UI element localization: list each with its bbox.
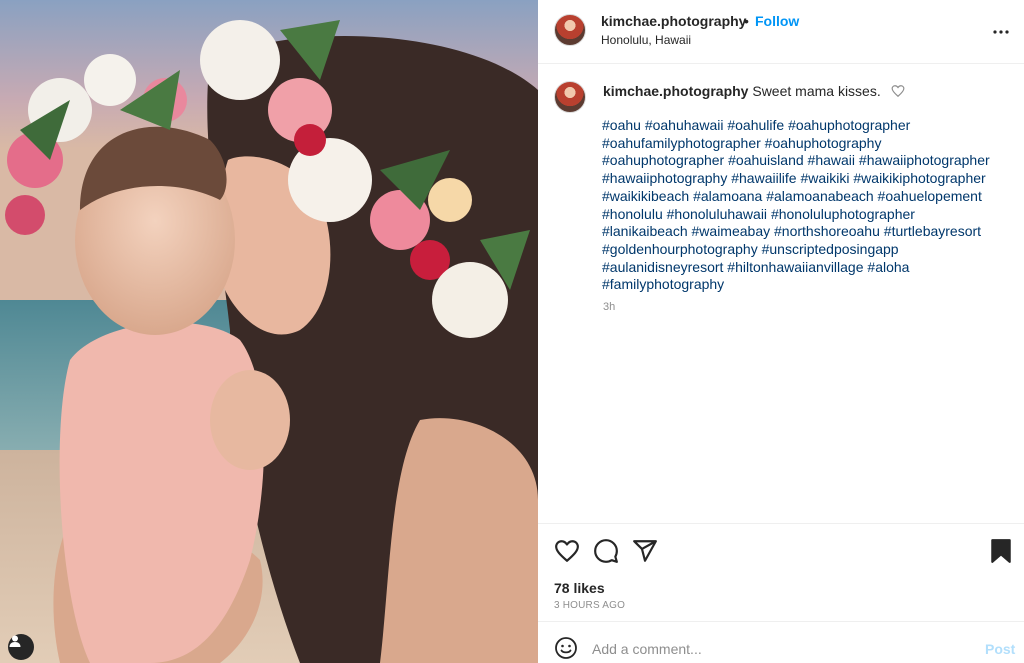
hashtag-link[interactable]: #oahulife: [727, 117, 784, 133]
caption-age: 3h: [603, 301, 616, 313]
caption-avatar[interactable]: [554, 81, 586, 113]
action-bar: 78 likes 3 HOURS AGO: [538, 523, 1024, 621]
hashtag-link[interactable]: #hawaiilife: [731, 170, 796, 186]
hashtag-link[interactable]: #alamoanabeach: [766, 188, 873, 204]
hashtag-link[interactable]: #honoluluhawaii: [667, 206, 767, 222]
post-header: kimchae.photography • Follow Honolulu, H…: [538, 0, 1024, 64]
more-options-button[interactable]: [989, 20, 1013, 44]
hashtag-link[interactable]: #unscriptedposingapp: [762, 241, 899, 257]
hashtag-link[interactable]: #oahufamilyphotographer: [602, 135, 761, 151]
post-comment-button[interactable]: Post: [985, 641, 1015, 657]
hashtag-link[interactable]: #waimeabay: [692, 223, 771, 239]
hashtag-link[interactable]: #honolulu: [602, 206, 663, 222]
hashtag-link[interactable]: #oahuphotographer: [602, 152, 724, 168]
hashtag-link[interactable]: #hiltonhawaiianvillage: [727, 259, 863, 275]
bookmark-icon: [991, 539, 1011, 563]
post-timestamp: 3 HOURS AGO: [554, 600, 626, 611]
follow-button[interactable]: Follow: [755, 13, 799, 29]
hashtag-link[interactable]: #oahuelopement: [878, 188, 982, 204]
hashtag-link[interactable]: #alamoana: [693, 188, 762, 204]
hashtag-link[interactable]: #hawaiiphotographer: [859, 152, 990, 168]
comment-bubble-icon: [594, 539, 618, 563]
hashtag-link[interactable]: #honoluluphotographer: [771, 206, 915, 222]
likes-count[interactable]: 78 likes: [554, 580, 605, 596]
post-side-panel: kimchae.photography • Follow Honolulu, H…: [538, 0, 1024, 663]
hashtag-link[interactable]: #waikiki: [800, 170, 849, 186]
like-button[interactable]: [554, 538, 580, 564]
comment-button[interactable]: [593, 538, 619, 564]
hashtag-link[interactable]: #waikikiphotographer: [853, 170, 985, 186]
hashtag-list: #oahu #oahuhawaii #oahulife #oahuphotogr…: [602, 117, 1002, 294]
caption-text: Sweet mama kisses.: [752, 83, 881, 99]
caption-line: kimchae.photography Sweet mama kisses.: [603, 82, 1003, 102]
hashtag-link[interactable]: #familyphotography: [602, 276, 724, 292]
post-photo[interactable]: [0, 0, 538, 663]
hashtag-link[interactable]: #oahuhawaii: [645, 117, 724, 133]
hashtag-link[interactable]: #oahu: [602, 117, 641, 133]
emoji-button[interactable]: [554, 636, 578, 660]
caption-section: kimchae.photography Sweet mama kisses. #…: [538, 65, 1024, 523]
user-tag-icon: [9, 635, 21, 647]
photo-artwork: [0, 0, 538, 663]
user-tag-button[interactable]: [8, 634, 34, 660]
separator-dot: •: [744, 13, 749, 29]
hashtag-link[interactable]: #lanikaibeach: [602, 223, 688, 239]
hashtag-link[interactable]: #aloha: [867, 259, 909, 275]
heart-icon: [891, 85, 905, 98]
header-username[interactable]: kimchae.photography: [601, 13, 746, 29]
caption-username[interactable]: kimchae.photography: [603, 83, 748, 99]
share-button[interactable]: [632, 538, 658, 564]
hashtag-link[interactable]: #oahuphotography: [765, 135, 882, 151]
hashtag-link[interactable]: #turtlebayresort: [884, 223, 981, 239]
smiley-icon: [555, 637, 577, 659]
hashtag-link[interactable]: #hawaiiphotography: [602, 170, 727, 186]
more-horizontal-icon: [993, 30, 1009, 34]
hashtag-link[interactable]: #oahuphotographer: [788, 117, 910, 133]
hashtag-link[interactable]: #hawaii: [808, 152, 855, 168]
hashtag-link[interactable]: #oahuisland: [728, 152, 804, 168]
hashtag-link[interactable]: #waikikibeach: [602, 188, 689, 204]
heart-icon: [555, 540, 579, 562]
hashtag-link[interactable]: #aulanidisneyresort: [602, 259, 723, 275]
hashtag-link[interactable]: #northshoreoahu: [774, 223, 880, 239]
caption-like-button[interactable]: [891, 84, 905, 102]
comment-form: Post: [538, 621, 1024, 663]
avatar[interactable]: [554, 14, 586, 46]
location-link[interactable]: Honolulu, Hawaii: [601, 33, 691, 47]
hashtag-link[interactable]: #goldenhourphotography: [602, 241, 758, 257]
save-button[interactable]: [988, 538, 1014, 564]
paper-plane-icon: [633, 540, 657, 562]
comment-input[interactable]: [592, 638, 972, 660]
